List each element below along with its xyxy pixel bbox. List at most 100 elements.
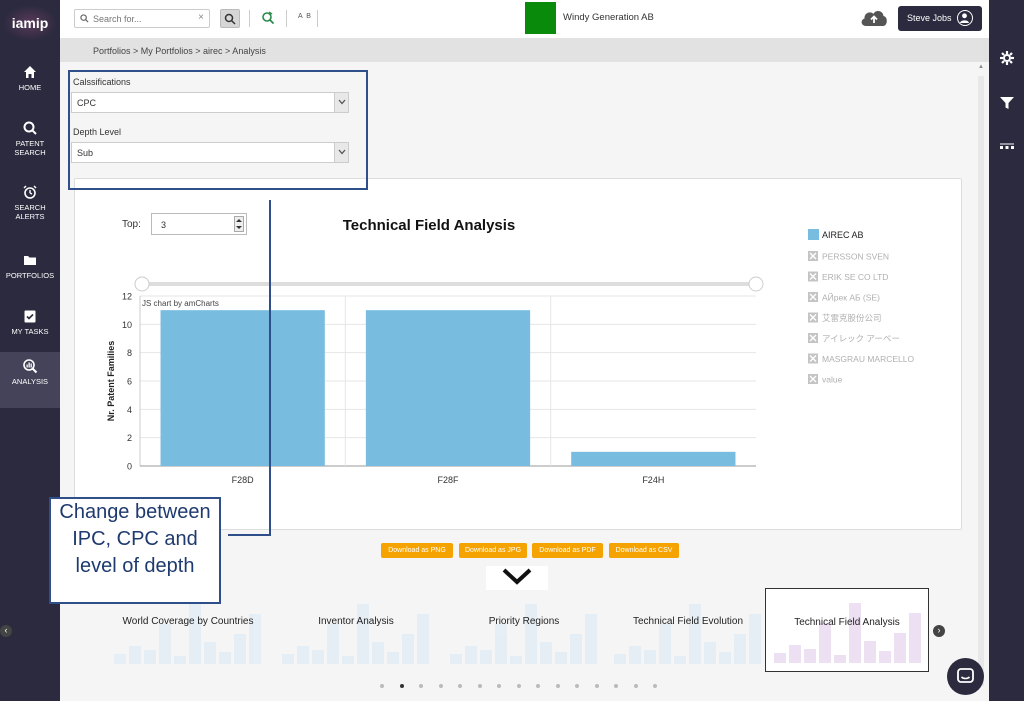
carousel-item-title: Priority Regions <box>488 616 560 627</box>
preview-bar <box>219 652 231 664</box>
carousel-dot[interactable] <box>380 684 384 688</box>
divider <box>317 10 318 27</box>
preview-bar <box>465 646 477 664</box>
carousel-dot[interactable] <box>458 684 462 688</box>
carousel-thumb-preview <box>114 604 262 664</box>
alarm-icon <box>22 184 38 200</box>
chat-button[interactable] <box>947 658 984 695</box>
chart-title: Technical Field Analysis <box>343 217 516 234</box>
carousel-dot[interactable] <box>575 684 579 688</box>
tasks-icon <box>22 308 38 324</box>
annotation-connector <box>228 534 271 536</box>
folder-icon <box>22 252 38 268</box>
preview-bar <box>495 624 507 664</box>
carousel-thumb-preview <box>282 604 430 664</box>
search-button[interactable] <box>220 9 240 28</box>
search-icon <box>80 14 89 23</box>
cloud-upload-icon[interactable] <box>858 6 890 30</box>
preview-bar <box>357 604 369 664</box>
scrollbar[interactable]: ▲ <box>976 64 986 700</box>
search-icon <box>22 120 38 136</box>
download-png-button[interactable]: Download as PNG <box>381 543 453 558</box>
preview-bar <box>704 642 716 664</box>
carousel-item-title: World Coverage by Countries <box>122 616 254 627</box>
annotation-connector <box>269 200 271 536</box>
nav-analysis[interactable]: ANALYSIS <box>0 352 60 408</box>
company-name[interactable]: Windy Generation AB <box>563 12 654 23</box>
carousel-dot[interactable] <box>399 684 404 688</box>
x-tick-label: F28D <box>232 475 255 485</box>
preview-bar <box>540 642 552 664</box>
preview-bar <box>342 656 354 664</box>
search-clear-button[interactable]: × <box>198 12 204 23</box>
carousel-thumb-preview <box>450 604 598 664</box>
user-menu-button[interactable]: Steve Jobs <box>898 6 982 31</box>
preview-bar <box>450 654 462 664</box>
carousel-item[interactable]: Technical Field Evolution <box>606 588 770 672</box>
preview-bar <box>774 653 786 663</box>
preview-bar <box>719 652 731 664</box>
carousel-dot[interactable] <box>555 684 560 688</box>
app-logo[interactable]: iamip <box>4 6 56 40</box>
nav-patent-search[interactable]: PATENT SEARCH <box>0 114 60 170</box>
carousel-thumb-preview <box>774 603 921 663</box>
nav-home[interactable]: HOME <box>0 58 60 114</box>
nav-my-tasks[interactable]: MY TASKS <box>0 302 60 358</box>
carousel-dot[interactable] <box>497 684 501 688</box>
filter-icon[interactable] <box>999 95 1015 111</box>
carousel-prev-button[interactable]: ‹ <box>0 625 12 637</box>
search-box[interactable]: × <box>74 9 210 28</box>
scroll-up-icon[interactable]: ▲ <box>976 64 986 74</box>
nav-portfolios[interactable]: PORTFOLIOS <box>0 246 60 302</box>
chevron-down-icon <box>502 568 532 585</box>
carousel-dot[interactable] <box>536 684 540 688</box>
download-csv-button[interactable]: Download as CSV <box>609 543 679 558</box>
search-input[interactable] <box>93 12 193 25</box>
more-icon[interactable] <box>999 140 1015 156</box>
chart-scrollbar-handle-left <box>134 276 150 292</box>
annotation-highlight-box <box>68 70 368 190</box>
ab-toggle[interactable]: A B <box>298 13 312 20</box>
bar <box>160 310 325 466</box>
collapse-carousel-button[interactable] <box>486 566 548 590</box>
legend-item-hidden: 艾雷克股份公司 <box>822 313 882 323</box>
carousel-dot[interactable] <box>419 684 423 688</box>
carousel-dot[interactable] <box>653 684 657 688</box>
nav-search-alerts-label: SEARCH ALERTS <box>14 203 46 221</box>
y-tick-label: 8 <box>127 348 132 358</box>
preview-bar <box>894 633 906 663</box>
settings-icon[interactable] <box>999 50 1015 66</box>
nav-search-alerts[interactable]: SEARCH ALERTS <box>0 178 60 234</box>
carousel-dot[interactable] <box>633 684 638 688</box>
search-icon <box>224 13 236 25</box>
download-pdf-button[interactable]: Download as PDF <box>532 543 603 558</box>
preview-bar <box>129 646 141 664</box>
carousel-item[interactable]: Technical Field Analysis <box>765 588 929 672</box>
y-tick-label: 10 <box>122 320 132 330</box>
chart: Technical Field Analysis 0 2 4 6 8 10 12 JS char… <box>106 217 914 485</box>
carousel-dot[interactable] <box>594 684 599 688</box>
carousel-dot[interactable] <box>614 684 618 688</box>
company-logo <box>525 2 556 34</box>
x-tick-label: F24H <box>642 475 664 485</box>
carousel-item[interactable]: Priority Regions <box>442 588 606 672</box>
carousel-dot[interactable] <box>516 684 521 688</box>
user-name: Steve Jobs <box>907 13 952 23</box>
scroll-thumb[interactable] <box>978 76 984 686</box>
carousel-dot[interactable] <box>477 684 482 688</box>
y-tick-label: 0 <box>127 462 132 472</box>
search-refresh-icon[interactable] <box>260 10 276 26</box>
divider <box>249 10 250 27</box>
preview-bar <box>819 623 831 663</box>
preview-bar <box>734 634 746 664</box>
carousel-dot[interactable] <box>438 684 443 688</box>
carousel-item[interactable]: Inventor Analysis <box>274 588 438 672</box>
annotation-text: Change between IPC, CPC and level of dep… <box>59 501 211 577</box>
legend-item-hidden: アイレック アーベー <box>822 334 900 344</box>
nav-portfolios-label: PORTFOLIOS <box>5 271 55 280</box>
download-jpg-button[interactable]: Download as JPG <box>459 543 527 558</box>
preview-bar <box>402 634 414 664</box>
legend-item-hidden: PERSSON SVEN <box>822 252 889 262</box>
carousel-item-title: Technical Field Analysis <box>794 617 900 628</box>
chart-scrollbar-handle-right <box>748 276 764 292</box>
